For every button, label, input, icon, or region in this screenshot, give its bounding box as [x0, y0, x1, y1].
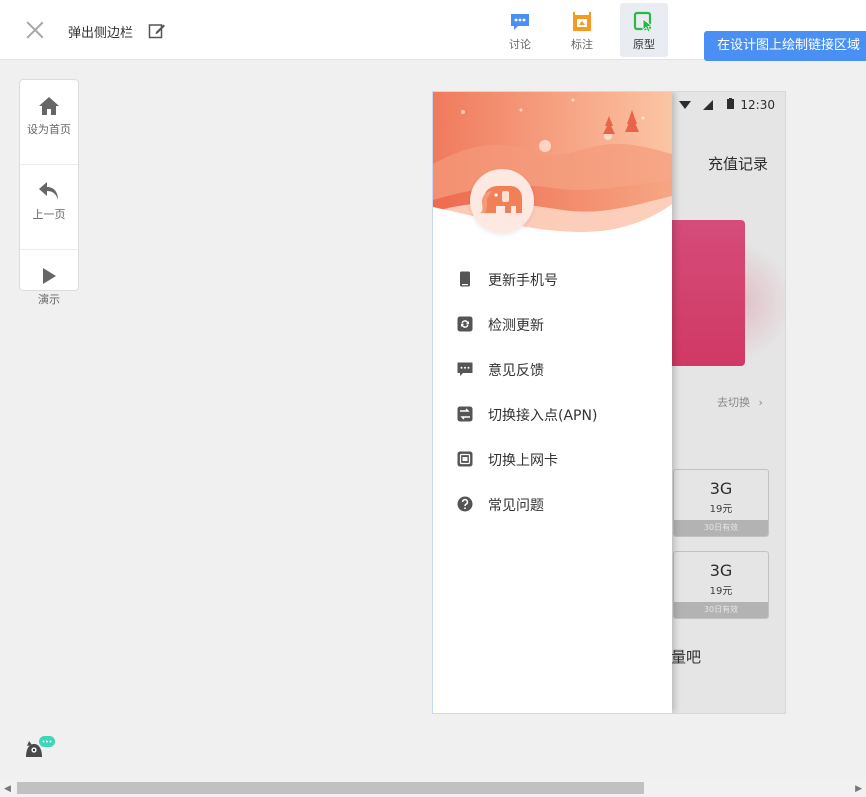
home-icon	[39, 97, 59, 115]
menu-item-label: 切换接入点(APN)	[488, 408, 598, 424]
tab-prototype-label: 原型	[633, 38, 655, 51]
set-homepage-label: 设为首页	[27, 123, 71, 136]
side-drawer: 更新手机号 检测更新 意见反馈 切换接入点(APN) 切换上网卡 常见问题	[433, 92, 672, 713]
draw-link-area-button[interactable]: 在设计图上绘制链接区域	[704, 31, 866, 61]
menu-item-update-phone[interactable]: 更新手机号	[433, 258, 672, 303]
menu-item-label: 切换上网卡	[488, 453, 558, 469]
scrollbar-thumb[interactable]	[17, 782, 644, 794]
present-label: 演示	[38, 293, 60, 306]
left-nav-panel: 设为首页 上一页 演示	[19, 79, 79, 306]
close-icon[interactable]	[24, 19, 46, 41]
menu-item-switch-apn[interactable]: 切换接入点(APN)	[433, 393, 672, 438]
menu-item-faq[interactable]: 常见问题	[433, 483, 672, 528]
sim-card-icon	[457, 451, 473, 467]
feedback-icon	[457, 362, 473, 376]
dim-overlay[interactable]	[671, 92, 785, 713]
tab-discuss-label: 讨论	[509, 38, 531, 51]
edit-icon[interactable]	[148, 22, 166, 40]
horizontal-scrollbar[interactable]: ◀ ▶	[0, 780, 866, 797]
previous-page-label: 上一页	[32, 208, 66, 221]
prototype-phone-frame[interactable]: 12:30 充值记录 去切换 › 3G 19元 30日有效 3G 19元 30日…	[432, 91, 786, 714]
tab-prototype[interactable]: 原型	[620, 3, 668, 57]
menu-item-label: 检测更新	[488, 318, 544, 334]
avatar[interactable]	[470, 169, 534, 233]
scroll-left-arrow-icon[interactable]: ◀	[4, 784, 11, 794]
prototype-cursor-icon	[633, 11, 654, 33]
menu-item-label: 常见问题	[488, 498, 544, 514]
tab-annotate-label: 标注	[571, 38, 593, 51]
previous-page-button[interactable]: 上一页	[20, 180, 78, 250]
drawer-menu: 更新手机号 检测更新 意见反馈 切换接入点(APN) 切换上网卡 常见问题	[433, 258, 672, 528]
assistant-mascot-icon[interactable]	[24, 735, 56, 759]
menu-item-feedback[interactable]: 意见反馈	[433, 348, 672, 393]
tab-annotate[interactable]: 标注	[558, 3, 606, 57]
top-bar: 弹出侧边栏 讨论 标注 原型 在设计图上绘制链接区域	[0, 0, 866, 61]
drawer-header-illustration	[433, 92, 672, 232]
menu-item-label: 意见反馈	[488, 363, 544, 379]
swap-icon	[457, 406, 473, 422]
back-arrow-icon	[39, 182, 58, 200]
phone-icon	[460, 271, 470, 287]
menu-item-switch-sim[interactable]: 切换上网卡	[433, 438, 672, 483]
tab-discuss[interactable]: 讨论	[496, 3, 544, 57]
menu-item-check-update[interactable]: 检测更新	[433, 303, 672, 348]
present-button[interactable]: 演示	[20, 265, 78, 335]
set-homepage-button[interactable]: 设为首页	[20, 95, 78, 165]
scroll-right-arrow-icon[interactable]: ▶	[855, 784, 862, 794]
elephant-icon	[480, 186, 522, 214]
question-icon	[457, 496, 473, 512]
menu-item-label: 更新手机号	[488, 273, 558, 289]
annotate-icon	[573, 12, 591, 31]
page-title: 弹出侧边栏	[68, 26, 134, 41]
refresh-icon	[457, 316, 473, 332]
play-icon	[43, 268, 56, 284]
chat-bubble-icon	[511, 14, 529, 30]
